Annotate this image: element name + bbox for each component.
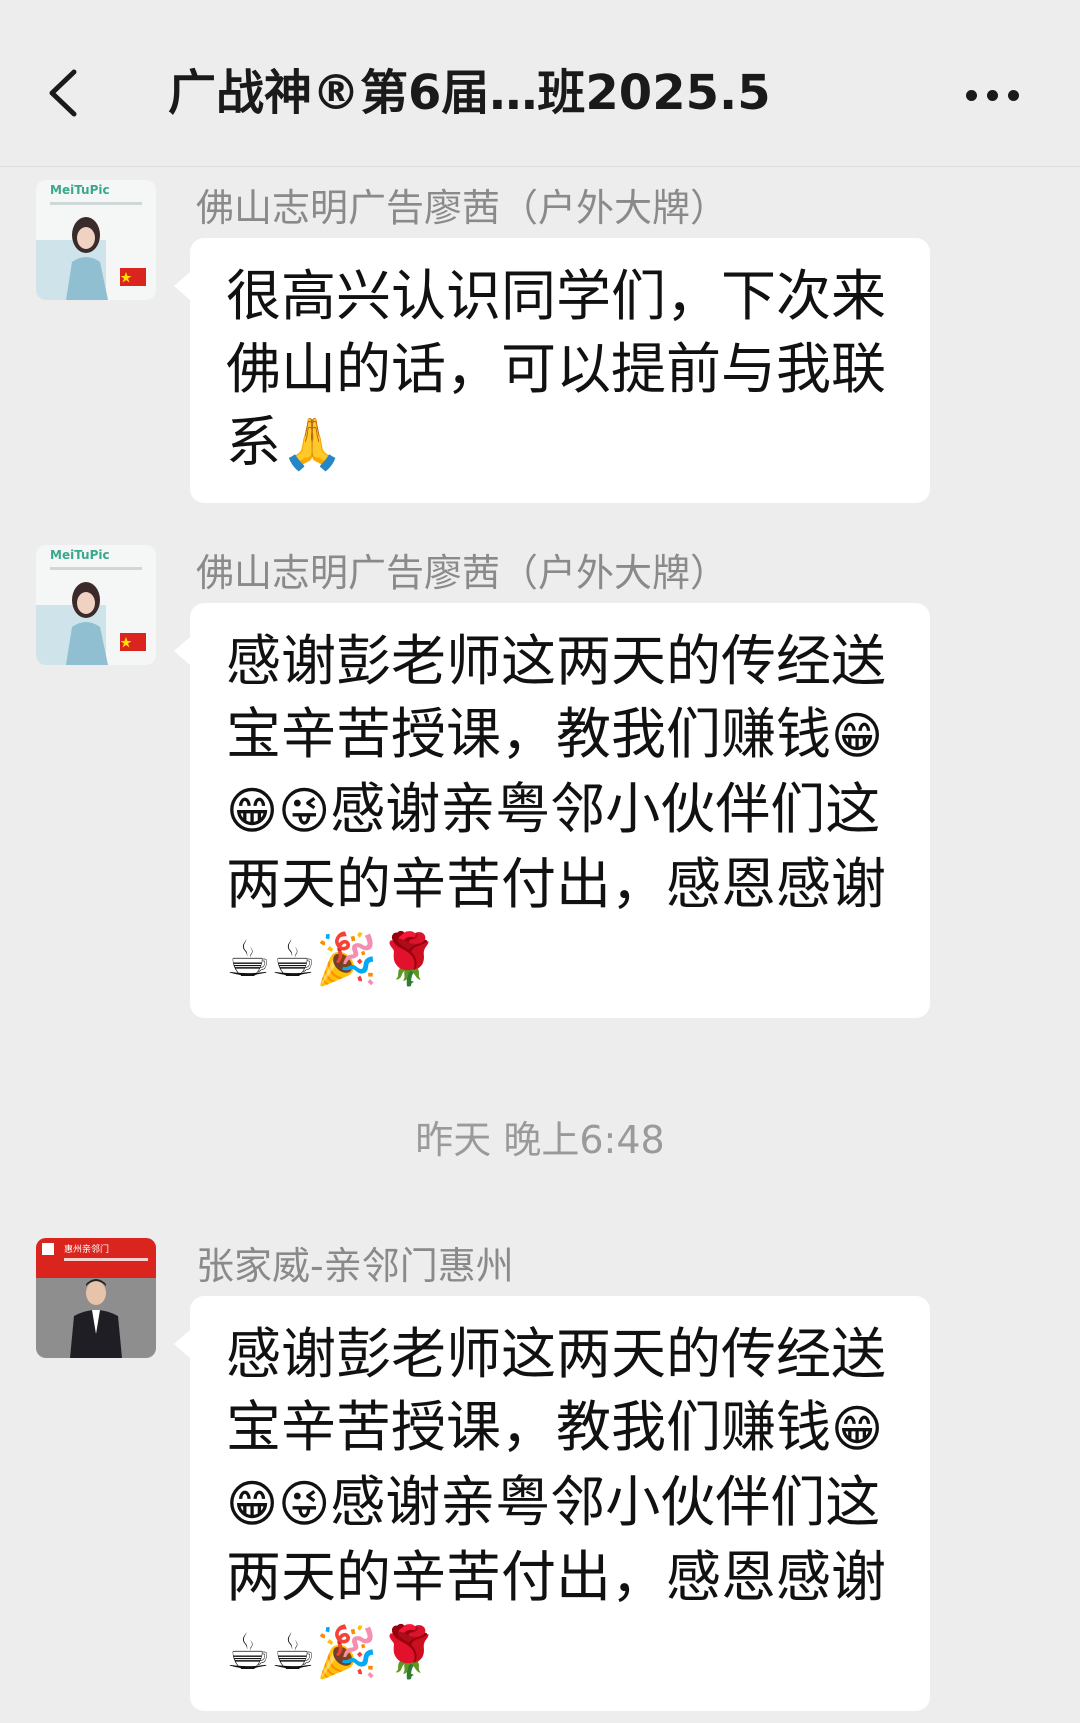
message-bubble[interactable]: 感谢彭老师这两天的传经送宝辛苦授课，教我们赚钱😁😁😜感谢亲粤邻小伙伴们这两天的辛…	[174, 1296, 930, 1711]
chat-title[interactable]: 广战神®第6届…班2025.5	[168, 58, 928, 128]
avatar-logo-text: 惠州亲邻门	[64, 1243, 109, 1255]
chat-header: 广战神®第6届…班2025.5	[0, 0, 1080, 167]
sender-name: 佛山志明广告廖茜（户外大牌）	[196, 551, 729, 595]
sender-name: 张家威-亲邻门惠州	[196, 1244, 514, 1288]
chevron-left-icon	[49, 69, 77, 117]
message-text: 感谢彭老师这两天的传经送宝辛苦授课，教我们赚钱	[226, 1322, 887, 1459]
message-text: 感谢彭老师这两天的传经送宝辛苦授课，教我们赚钱	[226, 629, 887, 766]
coffee-party-rose-emoji: ☕☕🎉🌹	[226, 1623, 441, 1681]
more-button[interactable]	[960, 70, 1026, 120]
coffee-party-rose-emoji: ☕☕🎉🌹	[226, 930, 441, 988]
avatar[interactable]: MeiTuPic	[36, 180, 156, 300]
sender-name: 佛山志明广告廖茜（户外大牌）	[196, 186, 729, 230]
avatar-image: MeiTuPic	[36, 180, 156, 300]
avatar[interactable]: MeiTuPic	[36, 545, 156, 665]
timestamp: 昨天 晚上6:48	[415, 1118, 665, 1162]
avatar-logo-text: MeiTuPic	[50, 548, 110, 562]
more-dot	[987, 90, 998, 101]
back-button[interactable]	[40, 58, 90, 128]
avatar-logo-text: MeiTuPic	[50, 183, 110, 197]
avatar-image: 惠州亲邻门	[36, 1238, 156, 1358]
avatar-image: MeiTuPic	[36, 545, 156, 665]
avatar[interactable]: 惠州亲邻门	[36, 1238, 156, 1358]
message-bubble[interactable]: 感谢彭老师这两天的传经送宝辛苦授课，教我们赚钱😁😁😜感谢亲粤邻小伙伴们这两天的辛…	[174, 603, 930, 1018]
message-bubble[interactable]: 很高兴认识同学们，下次来佛山的话，可以提前与我联系🙏	[174, 238, 930, 503]
more-dot	[1008, 90, 1019, 101]
folded-hands-emoji: 🙏	[281, 415, 344, 473]
more-horizontal-icon	[966, 90, 977, 101]
